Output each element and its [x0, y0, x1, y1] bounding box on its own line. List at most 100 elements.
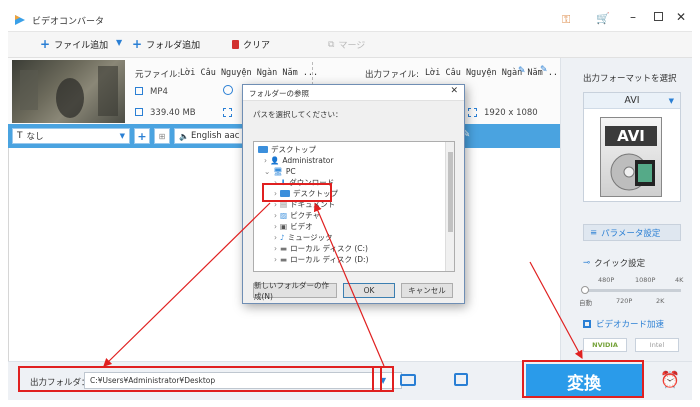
tree-scrollbar[interactable]: [445, 142, 454, 271]
alarm-clock-icon[interactable]: ⏰: [660, 370, 680, 389]
video-thumbnail[interactable]: [12, 60, 125, 123]
tree-item-desktop[interactable]: › デスクトップ: [274, 188, 338, 199]
tree-item-pictures[interactable]: › ▨ ピクチャ: [274, 210, 320, 221]
minimize-icon[interactable]: –: [630, 10, 636, 24]
subtitle-file-icon: ⊞: [158, 131, 166, 141]
expand-icon: ›: [274, 211, 277, 220]
edit-output-name-icon[interactable]: ✎: [518, 66, 526, 76]
tree-label: ミュージック: [287, 233, 333, 242]
sliders-icon: ≡: [590, 227, 598, 238]
convert-button[interactable]: 変換: [526, 364, 642, 398]
tree-item-desktop-root[interactable]: デスクトップ: [258, 144, 316, 155]
tree-item-downloads[interactable]: › ⬇ ダウンロード: [274, 177, 334, 188]
cart-icon[interactable]: 🛒: [596, 12, 610, 25]
tick-4k: 4K: [675, 276, 684, 284]
audio-icon: 🔈: [179, 131, 189, 141]
tree-label: デスクトップ: [271, 145, 316, 154]
parameter-settings-button[interactable]: ≡ パラメータ設定: [583, 224, 681, 241]
app-title: ビデオコンバータ: [32, 17, 105, 27]
folder-tree[interactable]: デスクトップ › 👤 Administrator ⌄ 🖥 PC › ⬇ ダウンロード › デス…: [253, 141, 455, 272]
scroll-thumb[interactable]: [448, 152, 453, 232]
format-header: AVI ▼: [584, 93, 680, 109]
chevron-down-icon: ▼: [119, 132, 125, 140]
selected-format: AVI: [624, 95, 640, 106]
cancel-label: キャンセル: [408, 286, 446, 295]
dialog-titlebar: フォルダーの参照 ✕: [243, 85, 464, 101]
plus-icon: +: [40, 37, 51, 51]
tree-label: ピクチャ: [290, 211, 321, 220]
gpu-icon: [583, 320, 591, 328]
dialog-close-icon[interactable]: ✕: [450, 86, 458, 96]
tree-item-documents[interactable]: › ▤ ドキュメント: [274, 199, 335, 210]
folder-dropdown-button[interactable]: ▼: [380, 376, 386, 385]
new-folder-button[interactable]: 新しいフォルダーの作成(N): [253, 281, 337, 301]
nvidia-label: NVIDIA: [592, 341, 618, 349]
source-file-label: 元ファイル:: [135, 70, 181, 80]
expand-icon: ›: [274, 178, 277, 187]
new-folder-label: 新しいフォルダーの作成(N): [254, 280, 329, 301]
expand-icon: ›: [274, 189, 277, 198]
ok-button[interactable]: OK: [343, 283, 395, 298]
edit-output-icon[interactable]: ✎: [540, 65, 548, 75]
key-icon[interactable]: ⚿: [562, 13, 570, 27]
quick-settings-title: ⊸ クイック設定: [583, 257, 645, 269]
close-icon[interactable]: ✕: [676, 10, 686, 24]
output-folder-icon[interactable]: [454, 373, 468, 386]
tree-item-videos[interactable]: › ▣ ビデオ: [274, 221, 313, 232]
tick-auto: 自動: [579, 299, 592, 307]
intel-label: Intel: [649, 341, 665, 349]
tree-label: ダウンロード: [289, 178, 335, 187]
quality-slider[interactable]: [581, 286, 681, 294]
slider-handle[interactable]: [581, 286, 589, 294]
merge-icon: ⧉: [328, 39, 335, 50]
format-selector[interactable]: AVI ▼ AVI: [583, 92, 681, 202]
dialog-prompt: パスを選択してください：: [253, 110, 343, 119]
add-file-dropdown[interactable]: ▼: [116, 38, 122, 47]
expand-icon: ›: [274, 244, 277, 253]
add-subtitle-button[interactable]: +: [134, 128, 150, 144]
source-format: MP4: [150, 87, 168, 97]
tree-item-disk-d[interactable]: › ▬ ローカル ディスク (D:): [274, 254, 369, 265]
tree-item-disk-c[interactable]: › ▬ ローカル ディスク (C:): [274, 243, 368, 254]
maximize-icon[interactable]: [654, 12, 663, 21]
format-icon: [135, 87, 143, 95]
resolution-icon: [223, 108, 232, 117]
title-bar: ビデオコンバータ ⚿ 🛒 – ✕: [8, 8, 692, 32]
intel-badge[interactable]: Intel: [635, 338, 679, 352]
expand-icon: ›: [274, 200, 277, 209]
toolbar: + ファイル追加 ▼ + フォルダ追加 クリア ⧉ マージ: [8, 32, 692, 58]
tree-label: デスクトップ: [293, 189, 338, 198]
user-icon: 👤: [270, 156, 280, 165]
open-folder-icon[interactable]: [400, 374, 416, 386]
add-folder-button[interactable]: + フォルダ追加: [132, 38, 200, 51]
output-folder-label: 出力フォルダ：: [30, 378, 90, 388]
disk-icon: ▬: [280, 244, 288, 253]
output-resolution: 1920 x 1080: [484, 108, 538, 118]
merge-label: マージ: [338, 41, 366, 51]
tree-item-pc[interactable]: ⌄ 🖥 PC: [264, 166, 296, 177]
source-size: 339.40 MB: [150, 108, 196, 118]
tree-label: ドキュメント: [290, 200, 336, 209]
ok-label: OK: [363, 286, 375, 295]
pc-icon: 🖥: [273, 167, 283, 176]
clock-icon: [223, 85, 233, 95]
quick-settings-label: クイック設定: [594, 259, 646, 269]
clear-button[interactable]: クリア: [232, 38, 270, 51]
audio-select[interactable]: 🔈 English aac C: [174, 128, 248, 144]
subtitle-select[interactable]: T なし ▼: [12, 128, 130, 144]
add-folder-icon: +: [132, 37, 143, 51]
merge-button[interactable]: ⧉ マージ: [328, 38, 366, 52]
format-panel: 出力フォーマットを選択 AVI ▼ AVI ≡ パラメータ設定 ⊸ クイック設定…: [560, 58, 692, 361]
avi-file-icon: AVI: [600, 117, 662, 197]
disk-icon: ▬: [280, 255, 288, 264]
cancel-button[interactable]: キャンセル: [401, 283, 453, 298]
add-file-button[interactable]: + ファイル追加: [40, 38, 108, 51]
nvidia-badge[interactable]: NVIDIA: [583, 338, 627, 352]
tree-item-administrator[interactable]: › 👤 Administrator: [264, 155, 333, 166]
tree-item-music[interactable]: › ♪ ミュージック: [274, 232, 333, 243]
tree-label: ローカル ディスク (C:): [290, 244, 368, 253]
output-folder-field[interactable]: C:¥Users¥Administrator¥Desktop: [84, 372, 402, 389]
chevron-down-icon: ▼: [116, 38, 123, 47]
download-icon: ⬇: [280, 178, 287, 187]
subtitle-extra-button[interactable]: ⊞: [154, 128, 170, 144]
